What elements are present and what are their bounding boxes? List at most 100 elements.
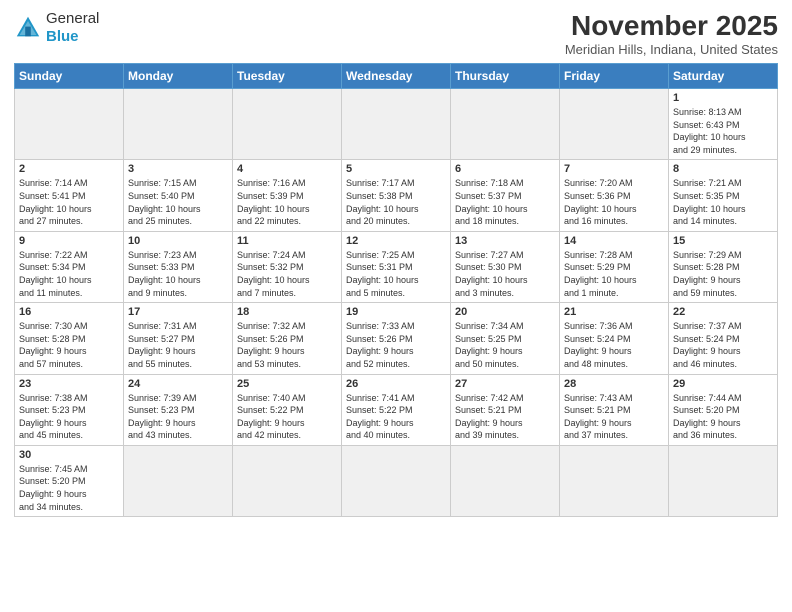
calendar-cell: 13 Sunrise: 7:27 AM Sunset: 5:30 PM Dayli… bbox=[451, 231, 560, 302]
calendar-cell: 12Sunrise: 7:25 AM Sunset: 5:31 PM Dayli… bbox=[342, 231, 451, 302]
calendar-cell: 10 Sunrise: 7:23 AM Sunset: 5:33 PM Dayli… bbox=[124, 231, 233, 302]
calendar-cell: 7 Sunrise: 7:20 AM Sunset: 5:36 PM Daylig… bbox=[560, 160, 669, 231]
calendar-cell: 29 Sunrise: 7:44 AM Sunset: 5:20 PM Dayli… bbox=[669, 374, 778, 445]
day-info: Sunrise: 7:18 AM Sunset: 5:37 PM Dayligh… bbox=[455, 177, 555, 227]
day-info: Sunrise: 7:43 AM Sunset: 5:21 PM Dayligh… bbox=[564, 392, 664, 442]
calendar-cell bbox=[233, 89, 342, 160]
calendar-cell: 16 Sunrise: 7:30 AM Sunset: 5:28 PM Dayli… bbox=[15, 303, 124, 374]
col-monday: Monday bbox=[124, 64, 233, 89]
day-info: Sunrise: 7:41 AM Sunset: 5:22 PM Dayligh… bbox=[346, 392, 446, 442]
logo-icon bbox=[14, 14, 42, 42]
calendar-week-5: 30 Sunrise: 7:45 AM Sunset: 5:20 PM Dayli… bbox=[15, 445, 778, 516]
calendar-cell: 1 Sunrise: 8:13 AM Sunset: 6:43 PM Daylig… bbox=[669, 89, 778, 160]
calendar-cell bbox=[451, 445, 560, 516]
calendar-week-3: 16 Sunrise: 7:30 AM Sunset: 5:28 PM Dayli… bbox=[15, 303, 778, 374]
day-info: Sunrise: 7:21 AM Sunset: 5:35 PM Dayligh… bbox=[673, 177, 773, 227]
day-number: 20 bbox=[455, 306, 555, 318]
day-number: 30 bbox=[19, 449, 119, 461]
day-number: 8 bbox=[673, 163, 773, 175]
day-info: Sunrise: 7:23 AM Sunset: 5:33 PM Dayligh… bbox=[128, 249, 228, 299]
day-number: 22 bbox=[673, 306, 773, 318]
calendar-cell bbox=[342, 445, 451, 516]
calendar-header-row: Sunday Monday Tuesday Wednesday Thursday… bbox=[15, 64, 778, 89]
day-number: 29 bbox=[673, 378, 773, 390]
day-info: Sunrise: 7:42 AM Sunset: 5:21 PM Dayligh… bbox=[455, 392, 555, 442]
day-info: Sunrise: 8:13 AM Sunset: 6:43 PM Dayligh… bbox=[673, 106, 773, 156]
calendar-week-2: 9 Sunrise: 7:22 AM Sunset: 5:34 PM Daylig… bbox=[15, 231, 778, 302]
logo-general: General bbox=[46, 10, 99, 28]
calendar-cell: 2Sunrise: 7:14 AM Sunset: 5:41 PM Daylig… bbox=[15, 160, 124, 231]
day-number: 4 bbox=[237, 163, 337, 175]
calendar-cell: 9 Sunrise: 7:22 AM Sunset: 5:34 PM Daylig… bbox=[15, 231, 124, 302]
calendar: Sunday Monday Tuesday Wednesday Thursday… bbox=[14, 63, 778, 517]
day-number: 28 bbox=[564, 378, 664, 390]
day-info: Sunrise: 7:30 AM Sunset: 5:28 PM Dayligh… bbox=[19, 320, 119, 370]
day-number: 26 bbox=[346, 378, 446, 390]
day-info: Sunrise: 7:25 AM Sunset: 5:31 PM Dayligh… bbox=[346, 249, 446, 299]
day-number: 1 bbox=[673, 92, 773, 104]
day-info: Sunrise: 7:14 AM Sunset: 5:41 PM Dayligh… bbox=[19, 177, 119, 227]
col-sunday: Sunday bbox=[15, 64, 124, 89]
day-number: 15 bbox=[673, 235, 773, 247]
day-number: 21 bbox=[564, 306, 664, 318]
day-info: Sunrise: 7:31 AM Sunset: 5:27 PM Dayligh… bbox=[128, 320, 228, 370]
calendar-cell bbox=[124, 89, 233, 160]
day-number: 5 bbox=[346, 163, 446, 175]
day-number: 13 bbox=[455, 235, 555, 247]
calendar-cell: 11 Sunrise: 7:24 AM Sunset: 5:32 PM Dayli… bbox=[233, 231, 342, 302]
day-info: Sunrise: 7:16 AM Sunset: 5:39 PM Dayligh… bbox=[237, 177, 337, 227]
day-info: Sunrise: 7:24 AM Sunset: 5:32 PM Dayligh… bbox=[237, 249, 337, 299]
day-info: Sunrise: 7:36 AM Sunset: 5:24 PM Dayligh… bbox=[564, 320, 664, 370]
calendar-cell: 3Sunrise: 7:15 AM Sunset: 5:40 PM Daylig… bbox=[124, 160, 233, 231]
calendar-cell: 26 Sunrise: 7:41 AM Sunset: 5:22 PM Dayli… bbox=[342, 374, 451, 445]
day-info: Sunrise: 7:45 AM Sunset: 5:20 PM Dayligh… bbox=[19, 463, 119, 513]
day-info: Sunrise: 7:39 AM Sunset: 5:23 PM Dayligh… bbox=[128, 392, 228, 442]
day-info: Sunrise: 7:29 AM Sunset: 5:28 PM Dayligh… bbox=[673, 249, 773, 299]
calendar-cell bbox=[669, 445, 778, 516]
calendar-cell: 24Sunrise: 7:39 AM Sunset: 5:23 PM Dayli… bbox=[124, 374, 233, 445]
day-number: 6 bbox=[455, 163, 555, 175]
day-info: Sunrise: 7:44 AM Sunset: 5:20 PM Dayligh… bbox=[673, 392, 773, 442]
calendar-cell bbox=[233, 445, 342, 516]
day-info: Sunrise: 7:27 AM Sunset: 5:30 PM Dayligh… bbox=[455, 249, 555, 299]
calendar-cell: 28 Sunrise: 7:43 AM Sunset: 5:21 PM Dayli… bbox=[560, 374, 669, 445]
calendar-cell bbox=[560, 445, 669, 516]
calendar-cell: 4 Sunrise: 7:16 AM Sunset: 5:39 PM Daylig… bbox=[233, 160, 342, 231]
calendar-cell: 5 Sunrise: 7:17 AM Sunset: 5:38 PM Daylig… bbox=[342, 160, 451, 231]
calendar-cell: 27 Sunrise: 7:42 AM Sunset: 5:21 PM Dayli… bbox=[451, 374, 560, 445]
day-number: 23 bbox=[19, 378, 119, 390]
day-number: 18 bbox=[237, 306, 337, 318]
calendar-cell bbox=[560, 89, 669, 160]
day-number: 19 bbox=[346, 306, 446, 318]
col-tuesday: Tuesday bbox=[233, 64, 342, 89]
day-info: Sunrise: 7:33 AM Sunset: 5:26 PM Dayligh… bbox=[346, 320, 446, 370]
calendar-cell: 23Sunrise: 7:38 AM Sunset: 5:23 PM Dayli… bbox=[15, 374, 124, 445]
day-number: 27 bbox=[455, 378, 555, 390]
calendar-cell: 25 Sunrise: 7:40 AM Sunset: 5:22 PM Dayli… bbox=[233, 374, 342, 445]
day-number: 11 bbox=[237, 235, 337, 247]
calendar-week-1: 2Sunrise: 7:14 AM Sunset: 5:41 PM Daylig… bbox=[15, 160, 778, 231]
calendar-week-0: 1 Sunrise: 8:13 AM Sunset: 6:43 PM Daylig… bbox=[15, 89, 778, 160]
calendar-cell bbox=[15, 89, 124, 160]
calendar-week-4: 23Sunrise: 7:38 AM Sunset: 5:23 PM Dayli… bbox=[15, 374, 778, 445]
calendar-cell: 18 Sunrise: 7:32 AM Sunset: 5:26 PM Dayli… bbox=[233, 303, 342, 374]
logo-area: General Blue bbox=[14, 10, 99, 46]
day-number: 9 bbox=[19, 235, 119, 247]
day-info: Sunrise: 7:20 AM Sunset: 5:36 PM Dayligh… bbox=[564, 177, 664, 227]
calendar-cell bbox=[124, 445, 233, 516]
day-info: Sunrise: 7:17 AM Sunset: 5:38 PM Dayligh… bbox=[346, 177, 446, 227]
col-wednesday: Wednesday bbox=[342, 64, 451, 89]
day-number: 16 bbox=[19, 306, 119, 318]
day-number: 10 bbox=[128, 235, 228, 247]
calendar-cell: 14Sunrise: 7:28 AM Sunset: 5:29 PM Dayli… bbox=[560, 231, 669, 302]
calendar-cell: 22Sunrise: 7:37 AM Sunset: 5:24 PM Dayli… bbox=[669, 303, 778, 374]
day-info: Sunrise: 7:32 AM Sunset: 5:26 PM Dayligh… bbox=[237, 320, 337, 370]
day-info: Sunrise: 7:40 AM Sunset: 5:22 PM Dayligh… bbox=[237, 392, 337, 442]
day-info: Sunrise: 7:34 AM Sunset: 5:25 PM Dayligh… bbox=[455, 320, 555, 370]
day-number: 25 bbox=[237, 378, 337, 390]
day-number: 7 bbox=[564, 163, 664, 175]
day-info: Sunrise: 7:22 AM Sunset: 5:34 PM Dayligh… bbox=[19, 249, 119, 299]
day-info: Sunrise: 7:15 AM Sunset: 5:40 PM Dayligh… bbox=[128, 177, 228, 227]
col-thursday: Thursday bbox=[451, 64, 560, 89]
col-friday: Friday bbox=[560, 64, 669, 89]
